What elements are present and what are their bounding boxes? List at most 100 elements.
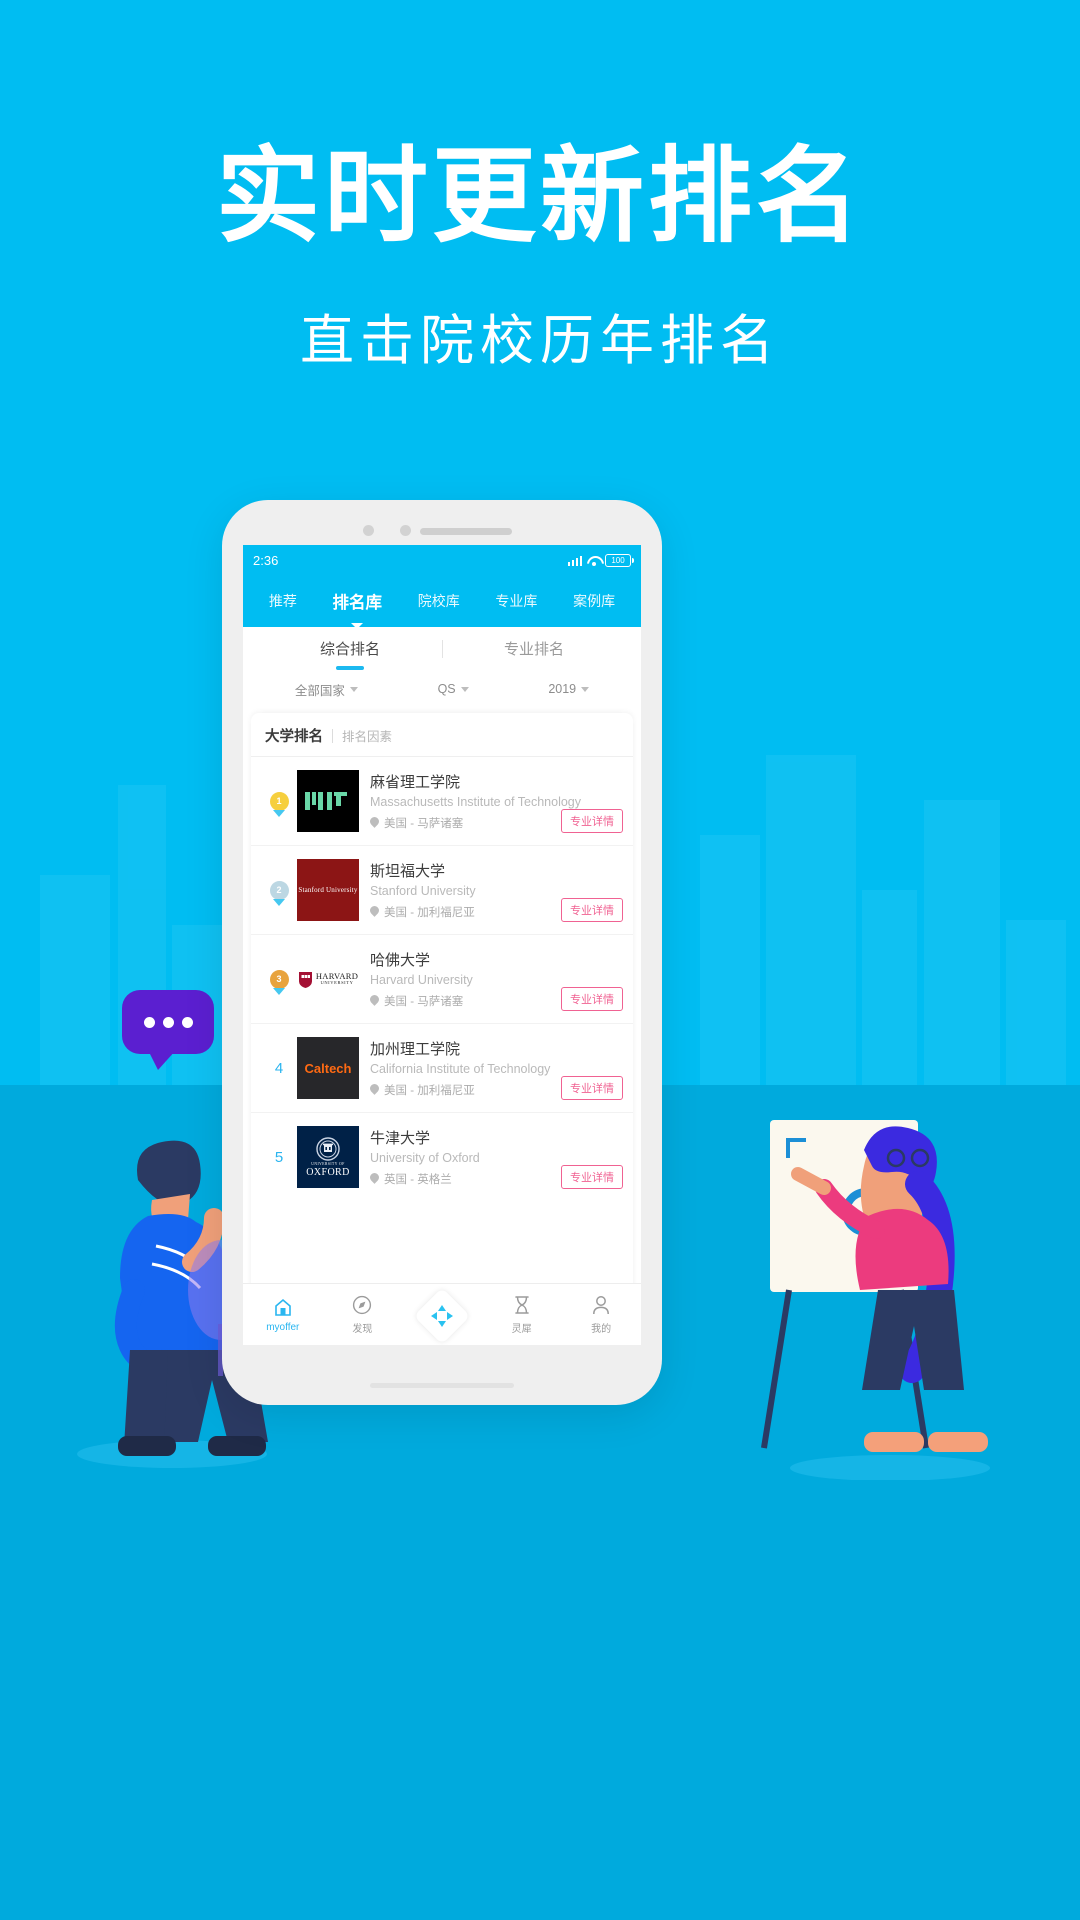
university-name-en: University of Oxford xyxy=(370,1151,480,1165)
location-pin-icon xyxy=(370,995,379,1007)
arrows-fab-icon[interactable] xyxy=(413,1287,471,1344)
university-name-cn: 加州理工学院 xyxy=(370,1041,461,1058)
chevron-down-icon xyxy=(581,686,590,692)
university-name-cn: 哈佛大学 xyxy=(370,952,431,969)
illustration-person-right xyxy=(790,1126,990,1480)
hourglass-icon xyxy=(513,1294,531,1316)
tab-major-library[interactable]: 专业库 xyxy=(493,587,539,615)
battery-icon: 100 xyxy=(605,553,634,567)
location-text: 美国 - 马萨诸塞 xyxy=(384,996,464,1008)
wifi-icon xyxy=(587,555,600,566)
logo-text: Caltech xyxy=(304,1060,352,1076)
status-bar: 2:36 100 xyxy=(243,545,641,575)
logo-subtext: UNIVERSITY xyxy=(320,980,354,986)
tab-case-library[interactable]: 案例库 xyxy=(571,587,617,615)
bubble-dot xyxy=(143,1016,155,1028)
sub-tab-bar: 综合排名 专业排名 xyxy=(243,627,641,671)
university-name-en: Massachusetts Institute of Technology xyxy=(370,795,581,809)
earpiece-speaker xyxy=(420,528,512,535)
tab-recommend[interactable]: 推荐 xyxy=(267,587,299,615)
phone-screen: 2:36 100 推荐 排名库 院校库 专业库 案例库 综合排名 专业排名 全部… xyxy=(243,545,641,1345)
major-detail-button[interactable]: 专业详情 xyxy=(561,809,623,833)
university-logo: Stanford University xyxy=(297,859,359,921)
home-icon xyxy=(273,1296,293,1318)
rank-indicator: 3 xyxy=(261,969,297,995)
status-indicators: 100 xyxy=(567,553,634,567)
promo-headline: 实时更新排名 xyxy=(215,139,864,255)
ranking-card: 大学排名 排名因素 1 麻省理工学院 Massachusetts Institu… xyxy=(251,713,633,1301)
filter-bar: 全部国家 QS 2019 xyxy=(243,671,641,707)
tab-school-library[interactable]: 院校库 xyxy=(416,587,462,615)
university-logo: HARVARD UNIVERSITY xyxy=(297,948,359,1010)
filter-year[interactable]: 2019 xyxy=(548,682,590,696)
filter-country[interactable]: 全部国家 xyxy=(295,680,358,699)
chevron-down-icon xyxy=(349,686,358,692)
person-icon xyxy=(592,1294,610,1316)
table-row[interactable]: 2 Stanford University 斯坦福大学 Stanford Uni… xyxy=(251,846,633,935)
card-tab-ranking-factors[interactable]: 排名因素 xyxy=(342,726,392,745)
nav-label: 发现 xyxy=(352,1324,373,1335)
nav-item-lingxi[interactable]: 灵犀 xyxy=(482,1294,562,1335)
major-detail-button[interactable]: 专业详情 xyxy=(561,898,623,922)
nav-label: 我的 xyxy=(591,1324,612,1335)
university-name-en: California Institute of Technology xyxy=(370,1062,551,1076)
location-pin-icon xyxy=(370,906,379,918)
chevron-down-icon xyxy=(460,686,469,692)
university-name-cn: 麻省理工学院 xyxy=(370,774,461,791)
location-text: 美国 - 马萨诸塞 xyxy=(384,818,464,830)
university-logo xyxy=(297,770,359,832)
front-camera-icon xyxy=(363,525,374,536)
logo-text: OXFORD xyxy=(306,1166,350,1178)
card-tab-university-ranking[interactable]: 大学排名 xyxy=(265,725,323,746)
bubble-dot xyxy=(181,1016,193,1028)
university-name-cn: 牛津大学 xyxy=(370,1130,431,1147)
subtab-major-ranking[interactable]: 专业排名 xyxy=(443,638,626,661)
rank-number: 5 xyxy=(274,1148,284,1166)
nav-item-myoffer[interactable]: myoffer xyxy=(243,1296,323,1333)
promo-subheadline: 直击院校历年排名 xyxy=(300,311,780,371)
logo-subtext: UNIVERSITY OF xyxy=(311,1161,345,1166)
bronze-medal-icon: 3 xyxy=(269,969,289,995)
phone-home-indicator xyxy=(370,1383,514,1388)
university-logo: UNIVERSITY OF OXFORD xyxy=(297,1126,359,1188)
table-row[interactable]: 4 Caltech 加州理工学院 California Institute of… xyxy=(251,1024,633,1113)
major-detail-button[interactable]: 专业详情 xyxy=(561,1165,623,1189)
table-row[interactable]: 3 HARVARD UNIVERSITY 哈佛大学 Harvard Univer… xyxy=(251,935,633,1024)
gold-medal-icon: 1 xyxy=(269,791,289,817)
rank-indicator: 5 xyxy=(261,1149,297,1166)
chat-bubble-decoration xyxy=(122,990,214,1070)
rank-indicator: 2 xyxy=(261,880,297,906)
table-row[interactable]: 5 UNIVERSITY OF OXFORD 牛津大学 University o… xyxy=(251,1113,633,1201)
bubble-dot xyxy=(162,1016,174,1028)
major-detail-button[interactable]: 专业详情 xyxy=(561,987,623,1011)
phone-speaker-area xyxy=(222,525,662,537)
tab-ranking-library[interactable]: 排名库 xyxy=(331,585,385,629)
battery-level-text: 100 xyxy=(611,555,625,565)
nav-label: 灵犀 xyxy=(511,1324,532,1335)
university-name-en: Harvard University xyxy=(370,973,473,987)
filter-ranking-source[interactable]: QS xyxy=(438,682,469,696)
nav-item-discover[interactable]: 发现 xyxy=(323,1294,403,1335)
location-pin-icon xyxy=(370,817,379,829)
bottom-navigation-bar: myoffer 发现 灵犀 我的 xyxy=(243,1283,641,1345)
filter-year-label: 2019 xyxy=(548,682,577,696)
rank-indicator: 4 xyxy=(261,1060,297,1077)
nav-label: myoffer xyxy=(266,1322,300,1333)
card-header-divider xyxy=(332,728,333,743)
rank-number: 4 xyxy=(274,1059,284,1077)
nav-item-profile[interactable]: 我的 xyxy=(561,1294,641,1335)
location-pin-icon xyxy=(370,1084,379,1096)
card-header: 大学排名 排名因素 xyxy=(251,713,633,757)
major-detail-button[interactable]: 专业详情 xyxy=(561,1076,623,1100)
subtab-overall-ranking[interactable]: 综合排名 xyxy=(258,638,441,670)
nav-item-center-action[interactable] xyxy=(402,1287,482,1344)
location-pin-icon xyxy=(370,1173,379,1185)
university-name-en: Stanford University xyxy=(370,884,476,898)
university-name-cn: 斯坦福大学 xyxy=(370,863,446,880)
filter-country-label: 全部国家 xyxy=(294,683,345,698)
table-row[interactable]: 1 麻省理工学院 Massachusetts Institute of Tech… xyxy=(251,757,633,846)
status-time: 2:36 xyxy=(253,552,279,568)
rank-indicator: 1 xyxy=(261,791,297,817)
silver-medal-icon: 2 xyxy=(269,880,289,906)
main-tab-bar: 推荐 排名库 院校库 专业库 案例库 xyxy=(243,575,641,629)
